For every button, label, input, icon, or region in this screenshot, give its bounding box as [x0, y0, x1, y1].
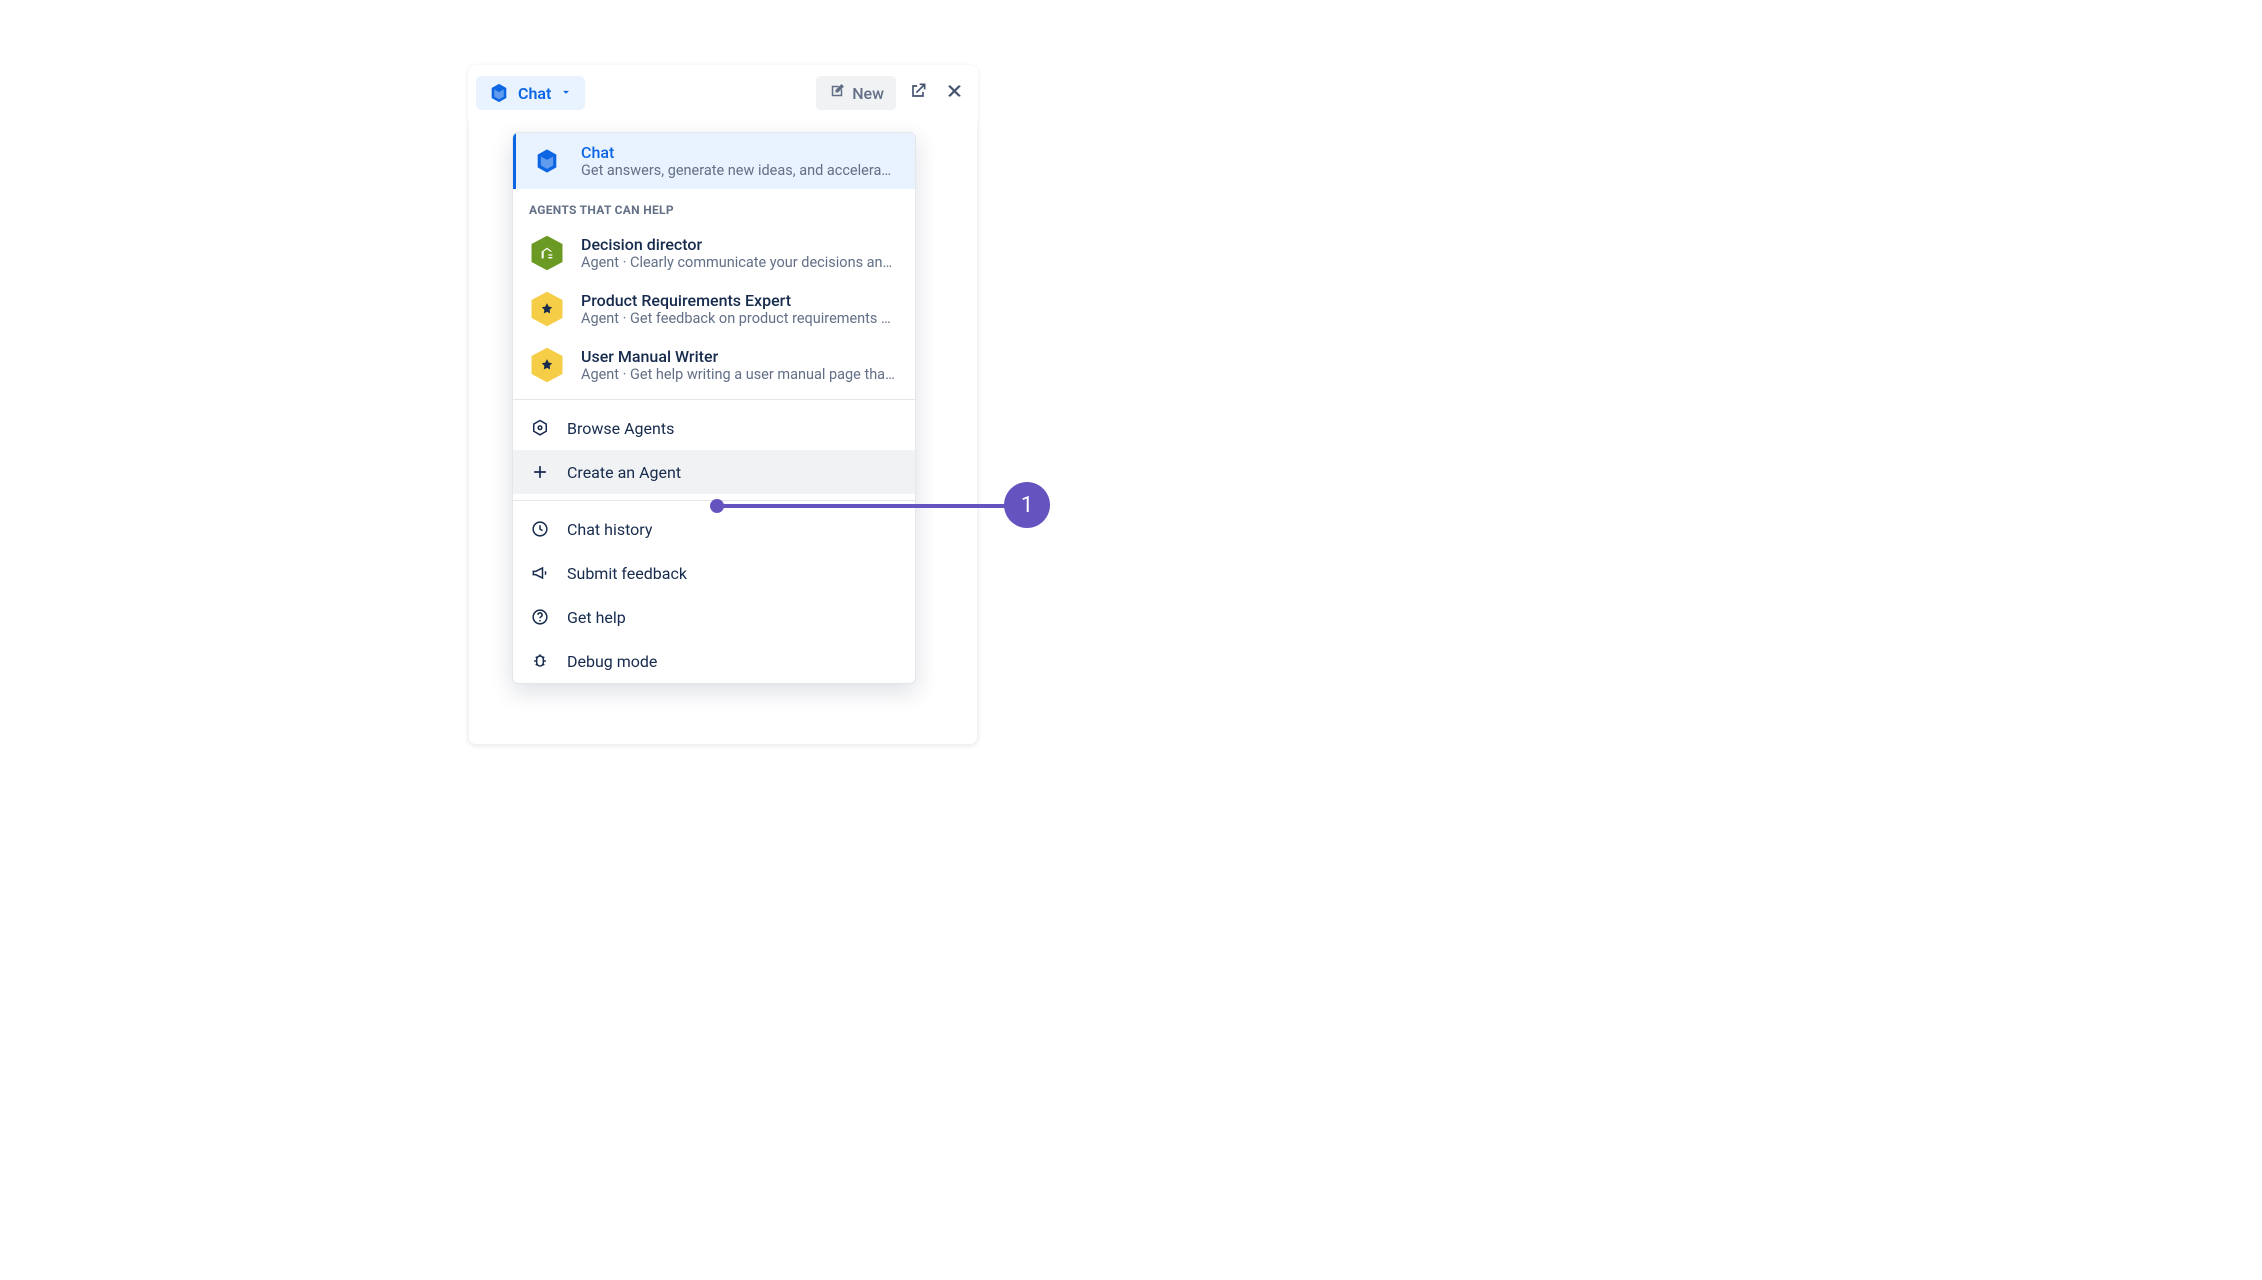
agent-title: Decision director [581, 235, 899, 254]
agent-subtitle: Agent · Get feedback on product requirem… [581, 310, 899, 327]
dropdown-item-subtitle: Get answers, generate new ideas, and acc… [581, 162, 899, 179]
divider [513, 399, 915, 400]
chat-dropdown: Chat Get answers, generate new ideas, an… [512, 132, 916, 684]
agent-avatar [529, 235, 565, 271]
callout-line [716, 504, 1006, 508]
close-icon [946, 82, 964, 104]
agent-title: Product Requirements Expert [581, 291, 899, 310]
new-button[interactable]: New [816, 76, 896, 110]
submit-feedback-item[interactable]: Submit feedback [513, 551, 915, 595]
submit-feedback-label: Submit feedback [567, 564, 687, 583]
agent-avatar [529, 347, 565, 383]
callout-badge: 1 [1004, 482, 1050, 528]
browse-agents-item[interactable]: Browse Agents [513, 406, 915, 450]
chat-history-label: Chat history [567, 520, 652, 539]
new-button-label: New [852, 84, 884, 103]
chat-mode-label: Chat [518, 84, 551, 103]
dropdown-item-chat[interactable]: Chat Get answers, generate new ideas, an… [513, 133, 915, 189]
megaphone-icon [529, 563, 551, 583]
agent-item-decision-director[interactable]: Decision director Agent · Clearly commun… [513, 225, 915, 281]
chevron-down-icon [559, 84, 573, 103]
agent-title: User Manual Writer [581, 347, 899, 366]
agent-item-product-requirements[interactable]: Product Requirements Expert Agent · Get … [513, 281, 915, 337]
rovo-logo-icon [529, 143, 565, 179]
create-agent-label: Create an Agent [567, 463, 681, 482]
browse-agents-label: Browse Agents [567, 419, 674, 438]
bug-icon [529, 651, 551, 671]
close-button[interactable] [940, 76, 970, 110]
get-help-item[interactable]: Get help [513, 595, 915, 639]
chat-panel: Chat New [468, 65, 978, 121]
dropdown-item-title: Chat [581, 143, 899, 162]
compose-icon [828, 82, 846, 104]
agent-subtitle: Agent · Clearly communicate your decisio… [581, 254, 899, 271]
get-help-label: Get help [567, 608, 626, 627]
header-actions: New [816, 75, 970, 111]
rovo-logo-icon [488, 82, 510, 104]
plus-icon [529, 462, 551, 482]
chat-history-item[interactable]: Chat history [513, 507, 915, 551]
expand-button[interactable] [902, 75, 934, 111]
help-icon [529, 607, 551, 627]
clock-icon [529, 519, 551, 539]
agent-avatar [529, 291, 565, 327]
callout-number: 1 [1021, 493, 1033, 518]
debug-mode-item[interactable]: Debug mode [513, 639, 915, 683]
agent-item-user-manual[interactable]: User Manual Writer Agent · Get help writ… [513, 337, 915, 393]
browse-icon [529, 418, 551, 438]
chat-panel-header: Chat New [468, 65, 978, 121]
chat-mode-selector[interactable]: Chat [476, 76, 585, 110]
agent-subtitle: Agent · Get help writing a user manual p… [581, 366, 899, 383]
external-link-icon [908, 81, 928, 105]
agents-section-header: AGENTS THAT CAN HELP [513, 189, 915, 225]
debug-mode-label: Debug mode [567, 652, 657, 671]
create-agent-item[interactable]: Create an Agent [513, 450, 915, 494]
